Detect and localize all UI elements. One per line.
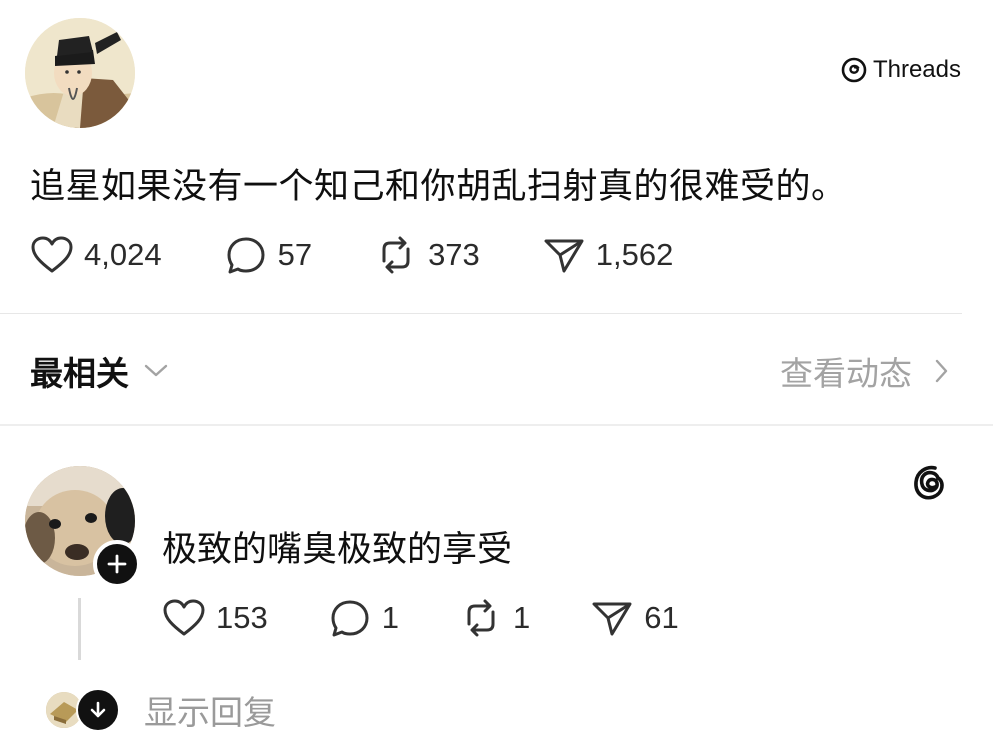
reply-share-button[interactable]: 61 [590,598,679,638]
like-count: 4,024 [84,237,162,272]
comment-button[interactable]: 57 [224,235,312,275]
heart-icon [163,599,205,636]
sort-dropdown[interactable]: 最相关 [30,347,169,395]
reply-repost-count: 1 [512,600,531,635]
down-arrow-badge [76,688,120,732]
repost-icon [467,599,495,637]
share-button[interactable]: 1,562 [542,235,674,275]
brand-label: Threads [872,56,961,83]
threads-logo-icon [841,57,867,83]
share-count: 1,562 [595,237,674,272]
view-activity-label: 查看动态 [780,354,912,393]
comment-bubble-icon [331,600,369,637]
reply-like-count: 153 [216,600,268,635]
reply-text: 极致的嘴臭极致的享受 [162,530,513,570]
like-button[interactable]: 4,024 [30,235,162,275]
sort-label: 最相关 [30,354,129,393]
repost-icon [382,236,410,274]
reply-actions: 153 1 1 61 [162,598,739,638]
threads-logo-icon [914,465,944,500]
chevron-down-icon [144,364,168,377]
show-replies-label: 显示回复 [144,693,276,732]
divider [0,313,962,314]
send-icon [592,602,632,636]
repost-count: 373 [428,237,480,272]
comment-bubble-icon [227,237,265,274]
reply-repost-button[interactable]: 1 [459,598,530,638]
thread-line [78,598,81,660]
arrow-down-icon [90,701,106,718]
post-actions: 4,024 57 373 1,562 [30,235,735,275]
reply-share-count: 61 [644,600,679,635]
repost-button[interactable]: 373 [374,235,480,275]
show-replies-button[interactable]: 显示回复 [44,686,276,734]
heart-icon [31,236,73,273]
view-activity-link[interactable]: 查看动态 [780,347,948,395]
threads-mark [911,463,951,507]
chevron-right-icon [935,359,948,383]
plus-icon [107,554,127,574]
follow-button[interactable] [93,540,141,588]
post-author-avatar[interactable] [25,18,135,128]
send-icon [544,239,584,273]
reply-comment-count: 1 [381,600,399,635]
threads-brand: Threads [841,56,961,84]
post-text: 追星如果没有一个知己和你胡乱扫射真的很难受的。 [30,167,847,207]
comment-count: 57 [277,237,313,272]
section-divider [0,424,993,426]
portrait-image [25,18,135,128]
reply-comment-button[interactable]: 1 [328,598,399,638]
reply-like-button[interactable]: 153 [162,598,268,638]
